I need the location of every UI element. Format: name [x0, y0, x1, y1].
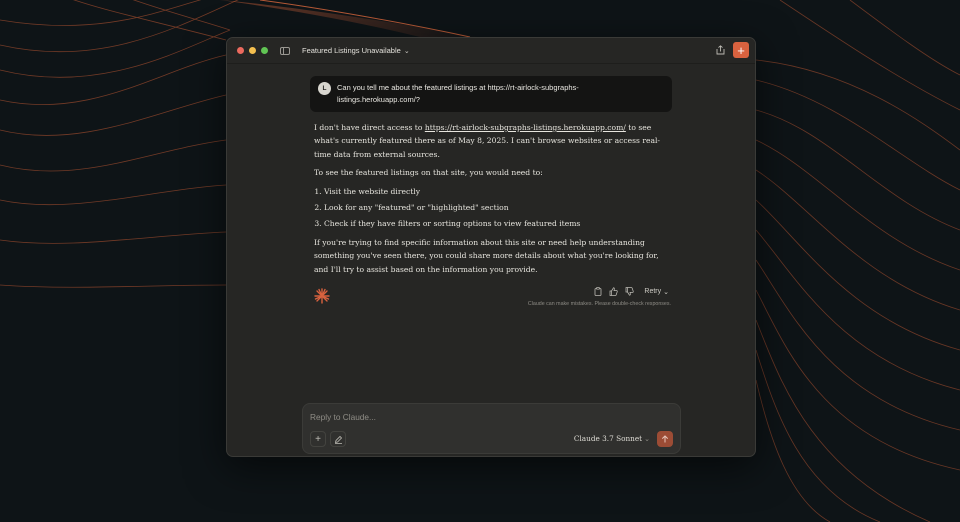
share-icon[interactable]: [716, 45, 725, 55]
thumbs-up-icon[interactable]: [609, 287, 619, 296]
assistant-paragraph: I don't have direct access to https://rt…: [314, 121, 664, 161]
chat-title-dropdown[interactable]: Featured Listings Unavailable ⌄: [302, 46, 410, 55]
user-message: L Can you tell me about the featured lis…: [310, 76, 672, 112]
user-message-text: Can you tell me about the featured listi…: [337, 83, 579, 104]
disclaimer-text: Claude can make mistakes. Please double-…: [527, 301, 671, 307]
assistant-message: I don't have direct access to https://rt…: [314, 121, 664, 281]
model-label: Claude 3.7 Sonnet: [573, 434, 643, 443]
copy-icon[interactable]: [594, 287, 602, 296]
new-chat-button[interactable]: +: [733, 42, 749, 58]
chat-title: Featured Listings Unavailable: [302, 46, 401, 55]
tools-button[interactable]: [330, 431, 346, 447]
send-button[interactable]: [657, 431, 673, 447]
sidebar-icon[interactable]: [280, 46, 290, 55]
title-bar: Featured Listings Unavailable ⌄ +: [227, 38, 755, 64]
arrow-up-icon: [661, 435, 669, 443]
claude-logo-icon: [314, 288, 330, 304]
maximize-window-button[interactable]: [261, 47, 268, 54]
assistant-text: I don't have direct access to: [314, 123, 425, 132]
pen-icon: [334, 435, 342, 444]
chevron-down-icon: ⌄: [663, 288, 669, 296]
chevron-down-icon: ⌄: [644, 434, 650, 443]
plus-icon: +: [737, 42, 745, 58]
message-composer: + Claude 3.7 Sonnet ⌄: [302, 403, 681, 454]
assistant-paragraph: If you're trying to find specific inform…: [314, 237, 659, 274]
list-item: Look for any "featured" or "highlighted"…: [324, 201, 664, 214]
reply-input[interactable]: [310, 410, 610, 424]
window-controls: [237, 47, 268, 54]
list-item: Visit the website directly: [324, 185, 664, 198]
thumbs-down-icon[interactable]: [625, 287, 635, 296]
assistant-paragraph: To see the featured listings on that sit…: [314, 168, 543, 178]
app-window: Featured Listings Unavailable ⌄ + L Can …: [226, 37, 756, 457]
chevron-down-icon: ⌄: [403, 47, 410, 55]
website-link[interactable]: https://rt-airlock-subgraphs-listings.he…: [425, 123, 626, 132]
list-item: Check if they have filters or sorting op…: [324, 217, 664, 230]
retry-button[interactable]: Retry ⌄: [644, 288, 669, 296]
minimize-window-button[interactable]: [249, 47, 256, 54]
steps-list: Visit the website directly Look for any …: [314, 185, 664, 231]
retry-label: Retry: [644, 288, 662, 295]
avatar: L: [318, 82, 331, 95]
model-selector[interactable]: Claude 3.7 Sonnet ⌄: [574, 434, 650, 443]
plus-icon: +: [315, 433, 321, 445]
close-window-button[interactable]: [237, 47, 244, 54]
attach-button[interactable]: +: [310, 431, 326, 447]
message-actions: Retry ⌄: [594, 287, 669, 296]
